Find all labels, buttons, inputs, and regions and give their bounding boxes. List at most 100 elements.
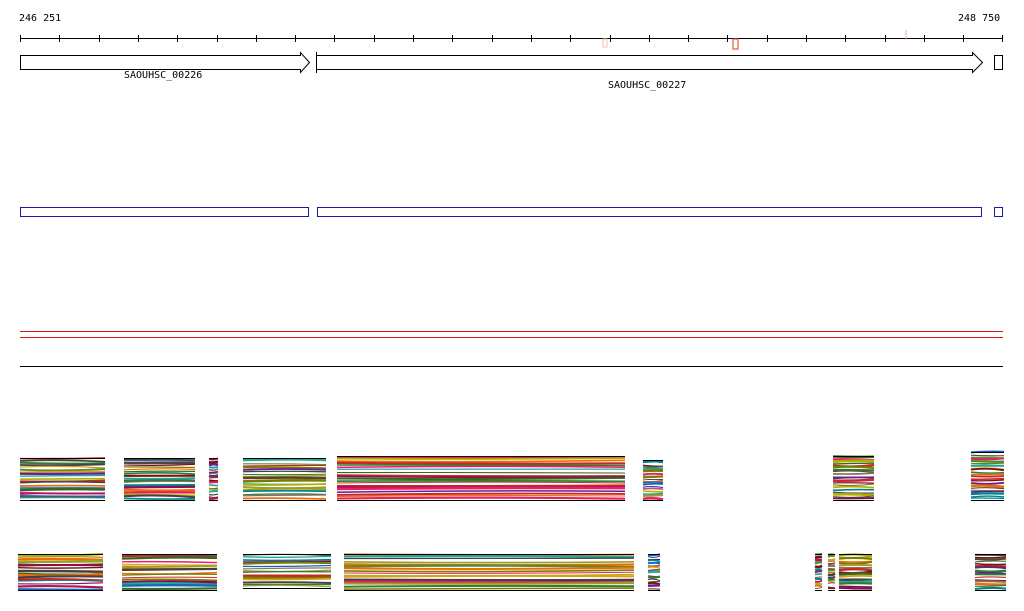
read-line [242, 577, 332, 581]
read-line [121, 584, 218, 587]
alignment-track [17, 450, 1007, 591]
read-line [242, 488, 327, 491]
read-line [814, 586, 823, 590]
alignment-block[interactable] [208, 457, 219, 501]
track-canvas [17, 30, 1007, 591]
read-line [974, 580, 1007, 583]
read-line [242, 564, 332, 568]
read-line [642, 472, 664, 476]
read-line [642, 465, 664, 468]
read-line [242, 581, 332, 585]
read-line [208, 474, 219, 478]
read-line [343, 564, 635, 569]
read-line [647, 564, 661, 568]
read-line [208, 496, 219, 500]
gene-arrow-partial[interactable] [994, 55, 1003, 70]
alignment-block[interactable] [121, 554, 218, 591]
read-line [336, 474, 626, 477]
read-line [17, 584, 104, 589]
read-line [242, 561, 332, 565]
read-line [814, 555, 823, 559]
alignment-block[interactable] [814, 552, 823, 591]
alignment-block[interactable] [19, 457, 106, 501]
read-line [343, 578, 635, 582]
read-line [121, 576, 218, 579]
read-line [336, 496, 626, 500]
read-line [123, 471, 196, 475]
alignment-block[interactable] [242, 553, 332, 589]
read-line [642, 482, 664, 486]
read-line [121, 587, 218, 591]
read-line [343, 554, 635, 559]
read-line [242, 464, 327, 467]
read-line [814, 579, 823, 583]
read-line [242, 474, 327, 477]
read-line [970, 490, 1005, 493]
read-line [970, 457, 1005, 461]
read-line [343, 569, 635, 573]
read-line [642, 494, 664, 497]
read-line [814, 573, 823, 576]
read-line [121, 556, 218, 560]
read-line [19, 470, 106, 474]
read-line [827, 558, 836, 562]
read-line [343, 566, 635, 570]
read-line [19, 461, 106, 465]
read-line [970, 487, 1005, 490]
read-line [974, 569, 1007, 574]
alignment-block[interactable] [242, 458, 327, 501]
read-line [970, 492, 1005, 496]
read-line [336, 481, 626, 484]
alignment-block[interactable] [827, 553, 836, 591]
feature-box-2[interactable] [317, 207, 982, 217]
alignment-block[interactable] [123, 458, 196, 501]
read-line [832, 459, 875, 464]
alignment-block[interactable] [343, 553, 635, 591]
read-line [838, 568, 873, 572]
alignment-block[interactable] [832, 455, 875, 501]
read-line [121, 567, 218, 572]
read-line [827, 575, 836, 580]
read-line [838, 585, 873, 588]
gene-label-SAOUHSC_00227[interactable]: SAOUHSC_00227 [608, 80, 686, 91]
read-line [970, 481, 1005, 485]
read-line [19, 463, 106, 467]
read-line [17, 588, 104, 591]
read-line [208, 470, 219, 474]
read-line [17, 563, 104, 567]
alignment-block[interactable] [838, 553, 873, 591]
read-line [336, 465, 626, 469]
read-line [647, 587, 661, 591]
read-line [242, 584, 332, 588]
read-line [242, 479, 327, 483]
read-line [343, 574, 635, 578]
read-line [19, 480, 106, 484]
gene-label-SAOUHSC_00226[interactable]: SAOUHSC_00226 [124, 70, 202, 81]
read-line [827, 572, 836, 577]
feature-box-1[interactable] [20, 207, 309, 217]
read-line [17, 566, 104, 569]
read-line [827, 582, 836, 585]
read-line [17, 559, 104, 564]
alignment-block[interactable] [647, 553, 661, 591]
alignment-block[interactable] [336, 456, 626, 501]
alignment-block[interactable] [974, 553, 1007, 591]
feature-box-3[interactable] [994, 207, 1003, 217]
read-line [974, 582, 1007, 586]
read-line [242, 458, 327, 462]
alignment-block[interactable] [970, 450, 1005, 501]
read-line [647, 575, 661, 579]
read-line [832, 483, 875, 487]
gene-arrow-SAOUHSC_00227[interactable] [316, 51, 984, 74]
read-line [838, 586, 873, 590]
read-line [17, 569, 104, 573]
read-line [242, 497, 327, 500]
alignment-block[interactable] [17, 552, 104, 591]
read-line [242, 576, 332, 580]
read-line [974, 586, 1007, 591]
read-line [336, 495, 626, 498]
marker-small-1 [602, 38, 608, 48]
alignment-block[interactable] [642, 460, 664, 501]
read-line [343, 584, 635, 588]
read-line [336, 464, 626, 467]
